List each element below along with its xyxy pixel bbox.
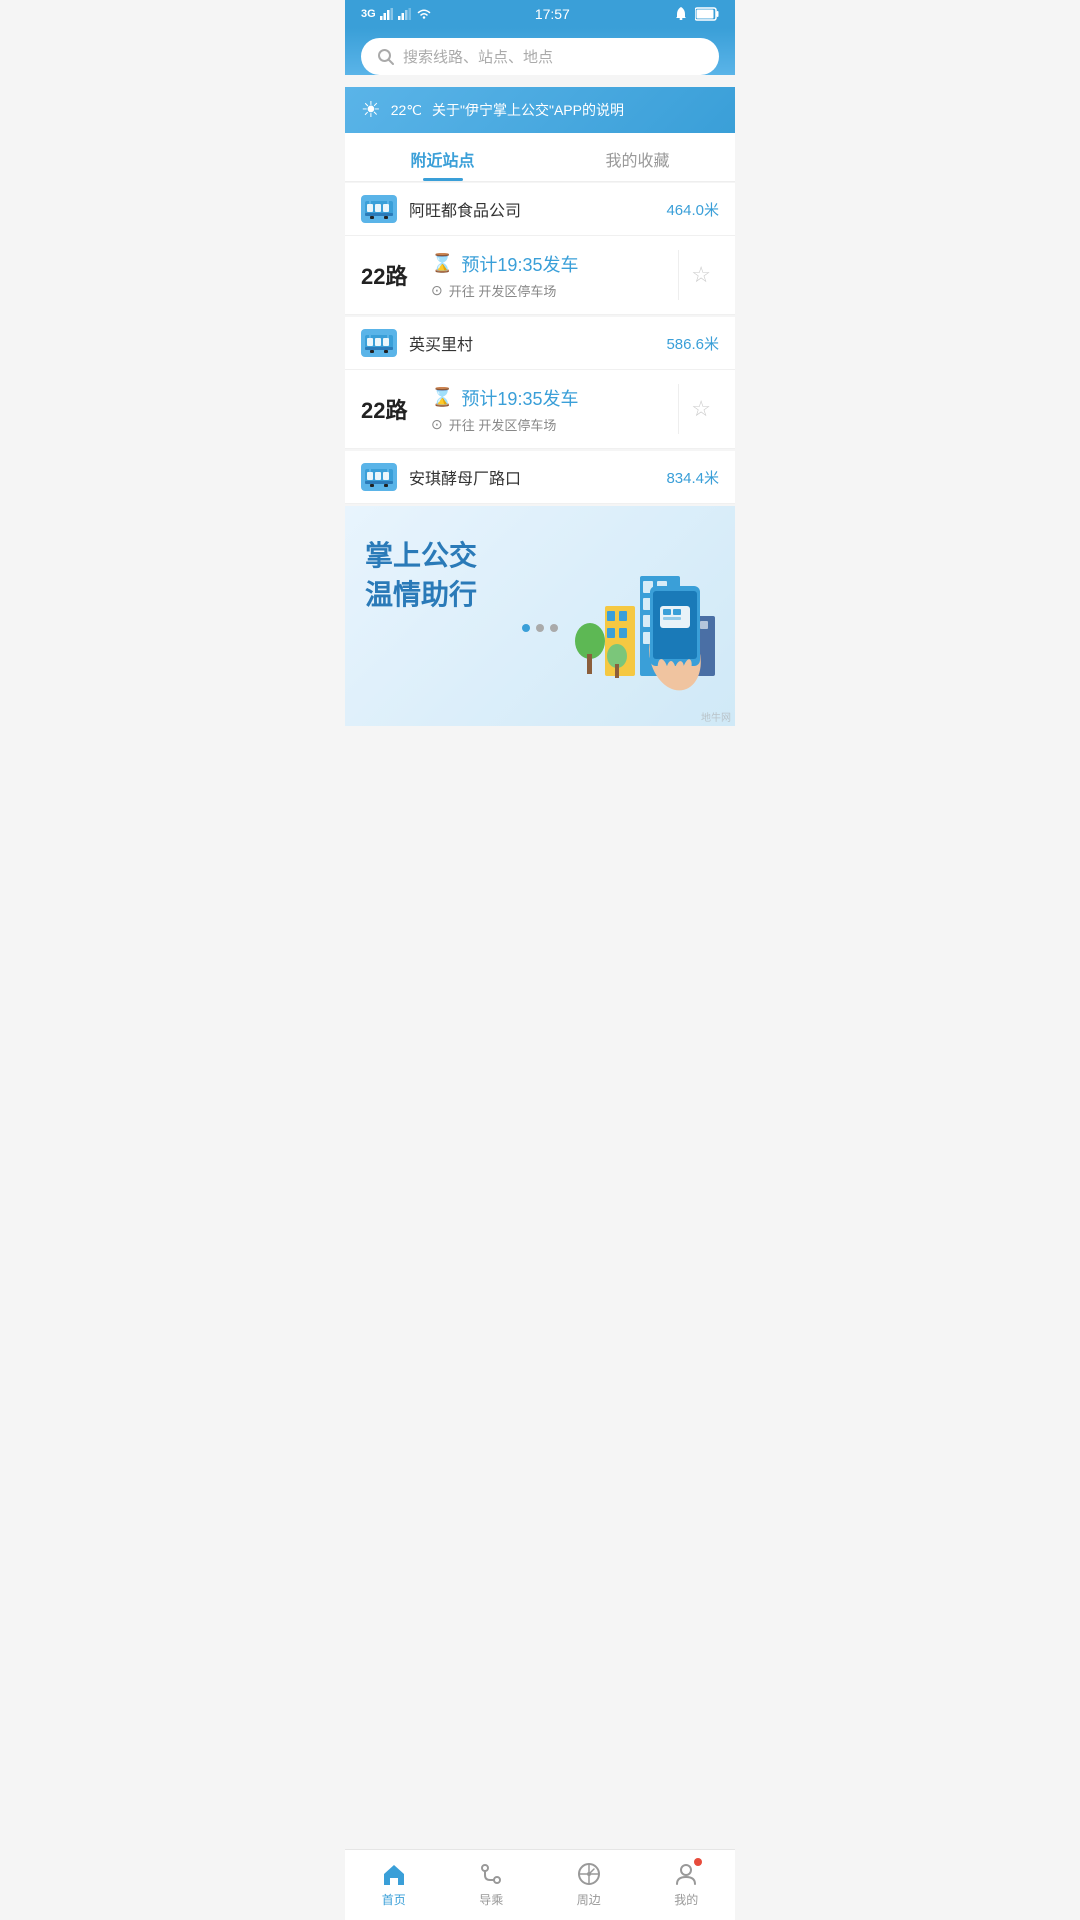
stop-name-3: 安琪酵母厂路口 <box>409 465 666 489</box>
route-time-row-2: ⌛ 预计19:35发车 <box>431 385 674 411</box>
stop-distance-1: 464.0米 <box>666 199 719 220</box>
route-time-2: 预计19:35发车 <box>461 385 578 411</box>
bus-stop-svg-2 <box>365 333 393 353</box>
banner-area: 掌上公交 温情助行 <box>345 506 735 726</box>
nav-mine-label: 我的 <box>674 1891 698 1908</box>
bus-stop-icon-2 <box>361 329 397 357</box>
dot-1 <box>522 624 530 632</box>
stop-name-2: 英买里村 <box>409 331 666 355</box>
stop-distance-2: 586.6米 <box>666 333 719 354</box>
route-direction-1: ⊙ 开往 开发区停车场 <box>431 281 674 300</box>
home-icon <box>380 1860 408 1888</box>
home-svg <box>381 1861 407 1887</box>
notification-badge <box>694 1858 702 1866</box>
favorite-button-2[interactable]: ☆ <box>683 388 719 430</box>
nav-home-label: 首页 <box>382 1891 406 1908</box>
notification-icon <box>673 6 689 22</box>
header: 搜索线路、站点、地点 <box>345 28 735 75</box>
weather-banner: ☀ 22℃ 关于"伊宁掌上公交"APP的说明 <box>345 87 735 133</box>
location-icon <box>691 46 711 66</box>
route-divider-2 <box>678 384 679 434</box>
weather-notice: 关于"伊宁掌上公交"APP的说明 <box>432 100 624 120</box>
stop-distance-3: 834.4米 <box>666 467 719 488</box>
route-info-1: ⌛ 预计19:35发车 ⊙ 开往 开发区停车场 <box>431 251 674 300</box>
weather-temp: 22℃ <box>391 102 422 119</box>
status-left: 3G <box>361 8 432 20</box>
banner-line1: 掌上公交 <box>365 536 715 575</box>
nav-route[interactable]: 导乘 <box>443 1856 541 1912</box>
favorite-button-1[interactable]: ☆ <box>683 254 719 296</box>
nav-route-label: 导乘 <box>479 1891 503 1908</box>
mine-icon <box>672 1860 700 1888</box>
signal-icon <box>380 8 394 20</box>
route-direction-2: ⊙ 开往 开发区停车场 <box>431 415 674 434</box>
search-placeholder: 搜索线路、站点、地点 <box>403 46 703 67</box>
location-button[interactable] <box>683 38 719 74</box>
bus-stop-svg-3 <box>365 467 393 487</box>
stop-name-1: 阿旺都食品公司 <box>409 197 666 221</box>
bus-stop-icon-1 <box>361 195 397 223</box>
dot-2 <box>536 624 544 632</box>
nav-mine[interactable]: 我的 <box>638 1856 736 1912</box>
watermark: 地牛网 <box>701 709 731 724</box>
direction-arrow-1: ⊙ <box>431 282 443 299</box>
nav-nearby-label: 周边 <box>577 1891 601 1908</box>
route-number-1: 22路 <box>361 259 431 291</box>
nav-home[interactable]: 首页 <box>345 1856 443 1912</box>
banner-text: 掌上公交 温情助行 <box>365 536 715 614</box>
nearby-icon <box>575 1860 603 1888</box>
nav-nearby[interactable]: 周边 <box>540 1856 638 1912</box>
direction-text-1: 开往 开发区停车场 <box>449 281 557 300</box>
hourglass-icon-1: ⌛ <box>431 253 453 274</box>
search-icon <box>377 48 395 66</box>
banner-line2: 温情助行 <box>365 575 715 614</box>
route-time-row-1: ⌛ 预计19:35发车 <box>431 251 674 277</box>
bus-stop-icon-3 <box>361 463 397 491</box>
direction-text-2: 开往 开发区停车场 <box>449 415 557 434</box>
search-bar[interactable]: 搜索线路、站点、地点 <box>361 38 719 75</box>
stop-section-3: 安琪酵母厂路口 834.4米 <box>345 451 735 504</box>
stop-header-2[interactable]: 英买里村 586.6米 <box>345 317 735 370</box>
nearby-svg <box>576 1861 602 1887</box>
route-icon <box>477 1860 505 1888</box>
stop-header-3[interactable]: 安琪酵母厂路口 834.4米 <box>345 451 735 504</box>
route-number-2: 22路 <box>361 393 431 425</box>
carrier-label: 3G <box>361 8 376 20</box>
route-divider-1 <box>678 250 679 300</box>
route-time-1: 预计19:35发车 <box>461 251 578 277</box>
stop-header-1[interactable]: 阿旺都食品公司 464.0米 <box>345 183 735 236</box>
tab-nearby[interactable]: 附近站点 <box>345 133 540 181</box>
bottom-nav: 首页 导乘 周边 <box>345 1849 735 1920</box>
bus-stop-svg-1 <box>365 199 393 219</box>
route-svg <box>478 1861 504 1887</box>
status-right <box>673 6 719 22</box>
route-row-2: 22路 ⌛ 预计19:35发车 ⊙ 开往 开发区停车场 ☆ <box>345 370 735 449</box>
sun-icon: ☀ <box>361 97 381 123</box>
battery-icon <box>695 7 719 21</box>
wifi-icon <box>416 8 432 20</box>
stop-section-1: 阿旺都食品公司 464.0米 22路 ⌛ 预计19:35发车 ⊙ 开往 开发区停… <box>345 183 735 315</box>
signal2-icon <box>398 8 412 20</box>
route-info-2: ⌛ 预计19:35发车 ⊙ 开往 开发区停车场 <box>431 385 674 434</box>
direction-arrow-2: ⊙ <box>431 416 443 433</box>
tab-favorites[interactable]: 我的收藏 <box>540 133 735 181</box>
route-row-1: 22路 ⌛ 预计19:35发车 ⊙ 开往 开发区停车场 ☆ <box>345 236 735 315</box>
hourglass-icon-2: ⌛ <box>431 387 453 408</box>
stop-section-2: 英买里村 586.6米 22路 ⌛ 预计19:35发车 ⊙ 开往 开发区停车场 … <box>345 317 735 449</box>
status-bar: 3G 17:57 <box>345 0 735 28</box>
status-time: 17:57 <box>535 6 570 22</box>
tab-bar: 附近站点 我的收藏 <box>345 133 735 182</box>
